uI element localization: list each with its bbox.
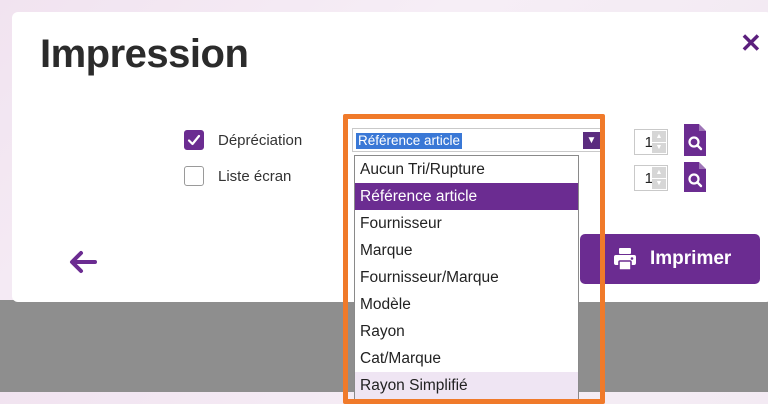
dropdown-option[interactable]: Aucun Tri/Rupture xyxy=(355,156,578,183)
printer-icon xyxy=(614,248,636,271)
preview-document-icon[interactable] xyxy=(682,122,708,158)
dropdown-option[interactable]: Cat/Marque xyxy=(355,345,578,372)
sort-select-value: Référence article xyxy=(356,133,463,149)
sort-select[interactable]: Référence article ▼ xyxy=(352,128,604,152)
print-button[interactable]: Imprimer xyxy=(580,234,760,284)
increment-icon[interactable]: ▲ xyxy=(652,167,666,178)
dropdown-option-selected[interactable]: Référence article xyxy=(355,183,578,210)
checkmark-icon xyxy=(187,134,201,146)
option-row-depreciation: Dépréciation xyxy=(184,130,302,150)
decrement-icon[interactable]: ▼ xyxy=(652,142,666,153)
dropdown-option[interactable]: Rayon Simplifié xyxy=(355,372,578,399)
stepper-buttons: ▲ ▼ xyxy=(652,131,666,153)
arrow-left-icon[interactable] xyxy=(68,248,98,276)
dialog-title: Impression xyxy=(40,32,249,76)
decrement-icon[interactable]: ▼ xyxy=(652,178,666,189)
dropdown-option[interactable]: Rayon xyxy=(355,318,578,345)
sort-dropdown-list: Aucun Tri/Rupture Référence article Four… xyxy=(354,155,579,400)
option-row-liste-ecran: Liste écran xyxy=(184,166,291,186)
copies-stepper-depreciation[interactable]: 1 ▲ ▼ xyxy=(634,129,668,155)
chevron-down-icon[interactable]: ▼ xyxy=(583,132,600,149)
close-icon[interactable]: ✕ xyxy=(740,30,762,56)
dropdown-option[interactable]: Fournisseur xyxy=(355,210,578,237)
copies-value: 1 xyxy=(644,134,653,151)
stepper-buttons: ▲ ▼ xyxy=(652,167,666,189)
liste-ecran-checkbox[interactable] xyxy=(184,166,204,186)
depreciation-checkbox[interactable] xyxy=(184,130,204,150)
copies-stepper-liste-ecran[interactable]: 1 ▲ ▼ xyxy=(634,165,668,191)
depreciation-label: Dépréciation xyxy=(218,131,303,149)
copies-value: 1 xyxy=(644,170,653,187)
increment-icon[interactable]: ▲ xyxy=(652,131,666,142)
dropdown-option[interactable]: Modèle xyxy=(355,291,578,318)
dropdown-option[interactable]: Marque xyxy=(355,237,578,264)
dropdown-option[interactable]: Fournisseur/Marque xyxy=(355,264,578,291)
liste-ecran-label: Liste écran xyxy=(218,167,292,185)
preview-document-icon[interactable] xyxy=(682,160,708,194)
print-button-label: Imprimer xyxy=(650,248,732,269)
